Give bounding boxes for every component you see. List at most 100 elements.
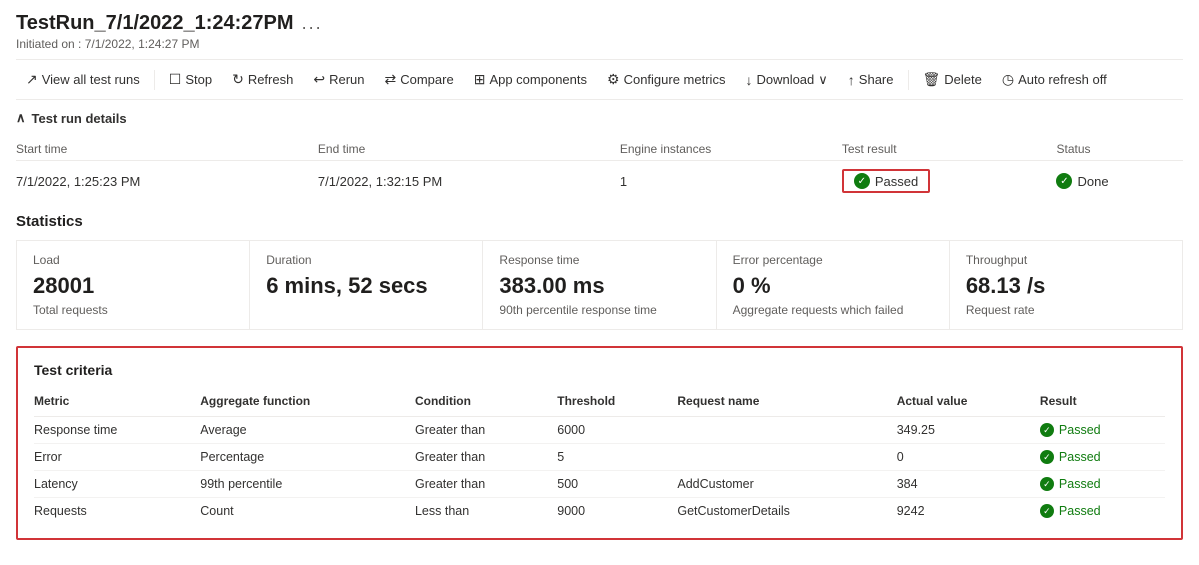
passed-icon: ✓ (1040, 477, 1054, 491)
criteria-row: Latency99th percentileGreater than500Add… (34, 471, 1165, 498)
criteria-threshold-3: 9000 (557, 498, 677, 525)
auto-refresh-button[interactable]: ◷ Auto refresh off (992, 66, 1117, 93)
throughput-sub: Request rate (966, 303, 1166, 317)
chevron-down-icon: ∨ (818, 72, 828, 88)
criteria-result-3: ✓Passed (1040, 498, 1165, 525)
share-button[interactable]: ↑ Share (838, 67, 904, 93)
test-result-label: Passed (875, 174, 918, 189)
criteria-actual_value-2: 384 (897, 471, 1040, 498)
response-time-card: Response time 383.00 ms 90th percentile … (483, 241, 716, 329)
col-end-time: End time (318, 138, 620, 161)
toolbar-divider (154, 70, 155, 90)
compare-button[interactable]: ⇄ Compare (375, 66, 464, 93)
criteria-condition-1: Greater than (415, 444, 557, 471)
error-percentage-label: Error percentage (733, 253, 933, 267)
engine-instances-value: 1 (620, 161, 842, 198)
more-options-button[interactable]: ... (302, 13, 323, 34)
criteria-table: Metric Aggregate function Condition Thre… (34, 390, 1165, 524)
criteria-result-2: ✓Passed (1040, 471, 1165, 498)
passed-icon: ✓ (1040, 450, 1054, 464)
delete-button[interactable]: 🗑 Delete (913, 66, 992, 93)
error-percentage-card: Error percentage 0 % Aggregate requests … (717, 241, 950, 329)
criteria-result-0: ✓Passed (1040, 417, 1165, 444)
test-run-details-toggle[interactable]: ∧ Test run details (16, 110, 1183, 126)
throughput-card: Throughput 68.13 /s Request rate (950, 241, 1182, 329)
response-time-label: Response time (499, 253, 699, 267)
criteria-actual_value-3: 9242 (897, 498, 1040, 525)
criteria-metric-3: Requests (34, 498, 200, 525)
test-criteria-box: Test criteria Metric Aggregate function … (16, 346, 1183, 540)
start-time-value: 7/1/2022, 1:25:23 PM (16, 161, 318, 198)
criteria-aggregate-1: Percentage (200, 444, 415, 471)
error-percentage-value: 0 % (733, 273, 933, 299)
share-icon: ↑ (848, 72, 855, 88)
col-metric: Metric (34, 390, 200, 417)
col-condition: Condition (415, 390, 557, 417)
passed-icon: ✓ (1040, 504, 1054, 518)
criteria-actual_value-1: 0 (897, 444, 1040, 471)
col-actual-value: Actual value (897, 390, 1040, 417)
col-threshold: Threshold (557, 390, 677, 417)
criteria-row: ErrorPercentageGreater than50✓Passed (34, 444, 1165, 471)
configure-metrics-button[interactable]: ⚙ Configure metrics (597, 66, 735, 93)
criteria-row: Response timeAverageGreater than6000 349.… (34, 417, 1165, 444)
gear-icon: ⚙ (607, 71, 620, 88)
rerun-button[interactable]: ↩ Rerun (303, 66, 374, 93)
refresh-icon: ↻ (232, 71, 244, 88)
duration-label: Duration (266, 253, 466, 267)
col-result: Result (1040, 390, 1165, 417)
criteria-title: Test criteria (34, 362, 1165, 378)
passed-icon: ✓ (1040, 423, 1054, 437)
stop-button[interactable]: ☐ Stop (159, 66, 222, 93)
col-start-time: Start time (16, 138, 318, 161)
download-icon: ↓ (745, 72, 752, 88)
criteria-metric-2: Latency (34, 471, 200, 498)
throughput-value: 68.13 /s (966, 273, 1166, 299)
criteria-row: RequestsCountLess than9000GetCustomerDet… (34, 498, 1165, 525)
trash-icon: 🗑 (923, 71, 941, 88)
criteria-metric-0: Response time (34, 417, 200, 444)
passed-check-icon: ✓ (854, 173, 870, 189)
page-title: TestRun_7/1/2022_1:24:27PM (16, 12, 294, 35)
criteria-condition-0: Greater than (415, 417, 557, 444)
compare-icon: ⇄ (385, 71, 397, 88)
table-row: 7/1/2022, 1:25:23 PM 7/1/2022, 1:32:15 P… (16, 161, 1183, 198)
criteria-condition-2: Greater than (415, 471, 557, 498)
response-time-sub: 90th percentile response time (499, 303, 699, 317)
col-status: Status (1056, 138, 1183, 161)
duration-card: Duration 6 mins, 52 secs (250, 241, 483, 329)
clock-icon: ◷ (1002, 71, 1014, 88)
error-percentage-sub: Aggregate requests which failed (733, 303, 933, 317)
toolbar-divider-2 (908, 70, 909, 90)
run-subtitle: Initiated on : 7/1/2022, 1:24:27 PM (16, 37, 1183, 51)
criteria-aggregate-0: Average (200, 417, 415, 444)
criteria-condition-3: Less than (415, 498, 557, 525)
throughput-label: Throughput (966, 253, 1166, 267)
refresh-button[interactable]: ↻ Refresh (222, 66, 303, 93)
details-table: Start time End time Engine instances Tes… (16, 138, 1183, 197)
criteria-request_name-2: AddCustomer (677, 471, 896, 498)
section-label: Test run details (32, 111, 127, 126)
criteria-aggregate-3: Count (200, 498, 415, 525)
col-test-result: Test result (842, 138, 1057, 161)
download-button[interactable]: ↓ Download ∨ (735, 67, 837, 93)
response-time-value: 383.00 ms (499, 273, 699, 299)
link-icon: ↗ (26, 71, 38, 88)
app-components-button[interactable]: ⊞ App components (464, 66, 597, 93)
criteria-aggregate-2: 99th percentile (200, 471, 415, 498)
criteria-threshold-0: 6000 (557, 417, 677, 444)
col-request-name: Request name (677, 390, 896, 417)
criteria-result-1: ✓Passed (1040, 444, 1165, 471)
status-value: ✓ Done (1056, 161, 1183, 198)
load-label: Load (33, 253, 233, 267)
criteria-actual_value-0: 349.25 (897, 417, 1040, 444)
duration-value: 6 mins, 52 secs (266, 273, 466, 299)
criteria-metric-1: Error (34, 444, 200, 471)
criteria-request_name-3: GetCustomerDetails (677, 498, 896, 525)
criteria-request_name-1 (677, 444, 896, 471)
col-engine-instances: Engine instances (620, 138, 842, 161)
criteria-threshold-2: 500 (557, 471, 677, 498)
rerun-icon: ↩ (313, 71, 325, 88)
load-card: Load 28001 Total requests (17, 241, 250, 329)
view-all-runs-button[interactable]: ↗ View all test runs (16, 66, 150, 93)
